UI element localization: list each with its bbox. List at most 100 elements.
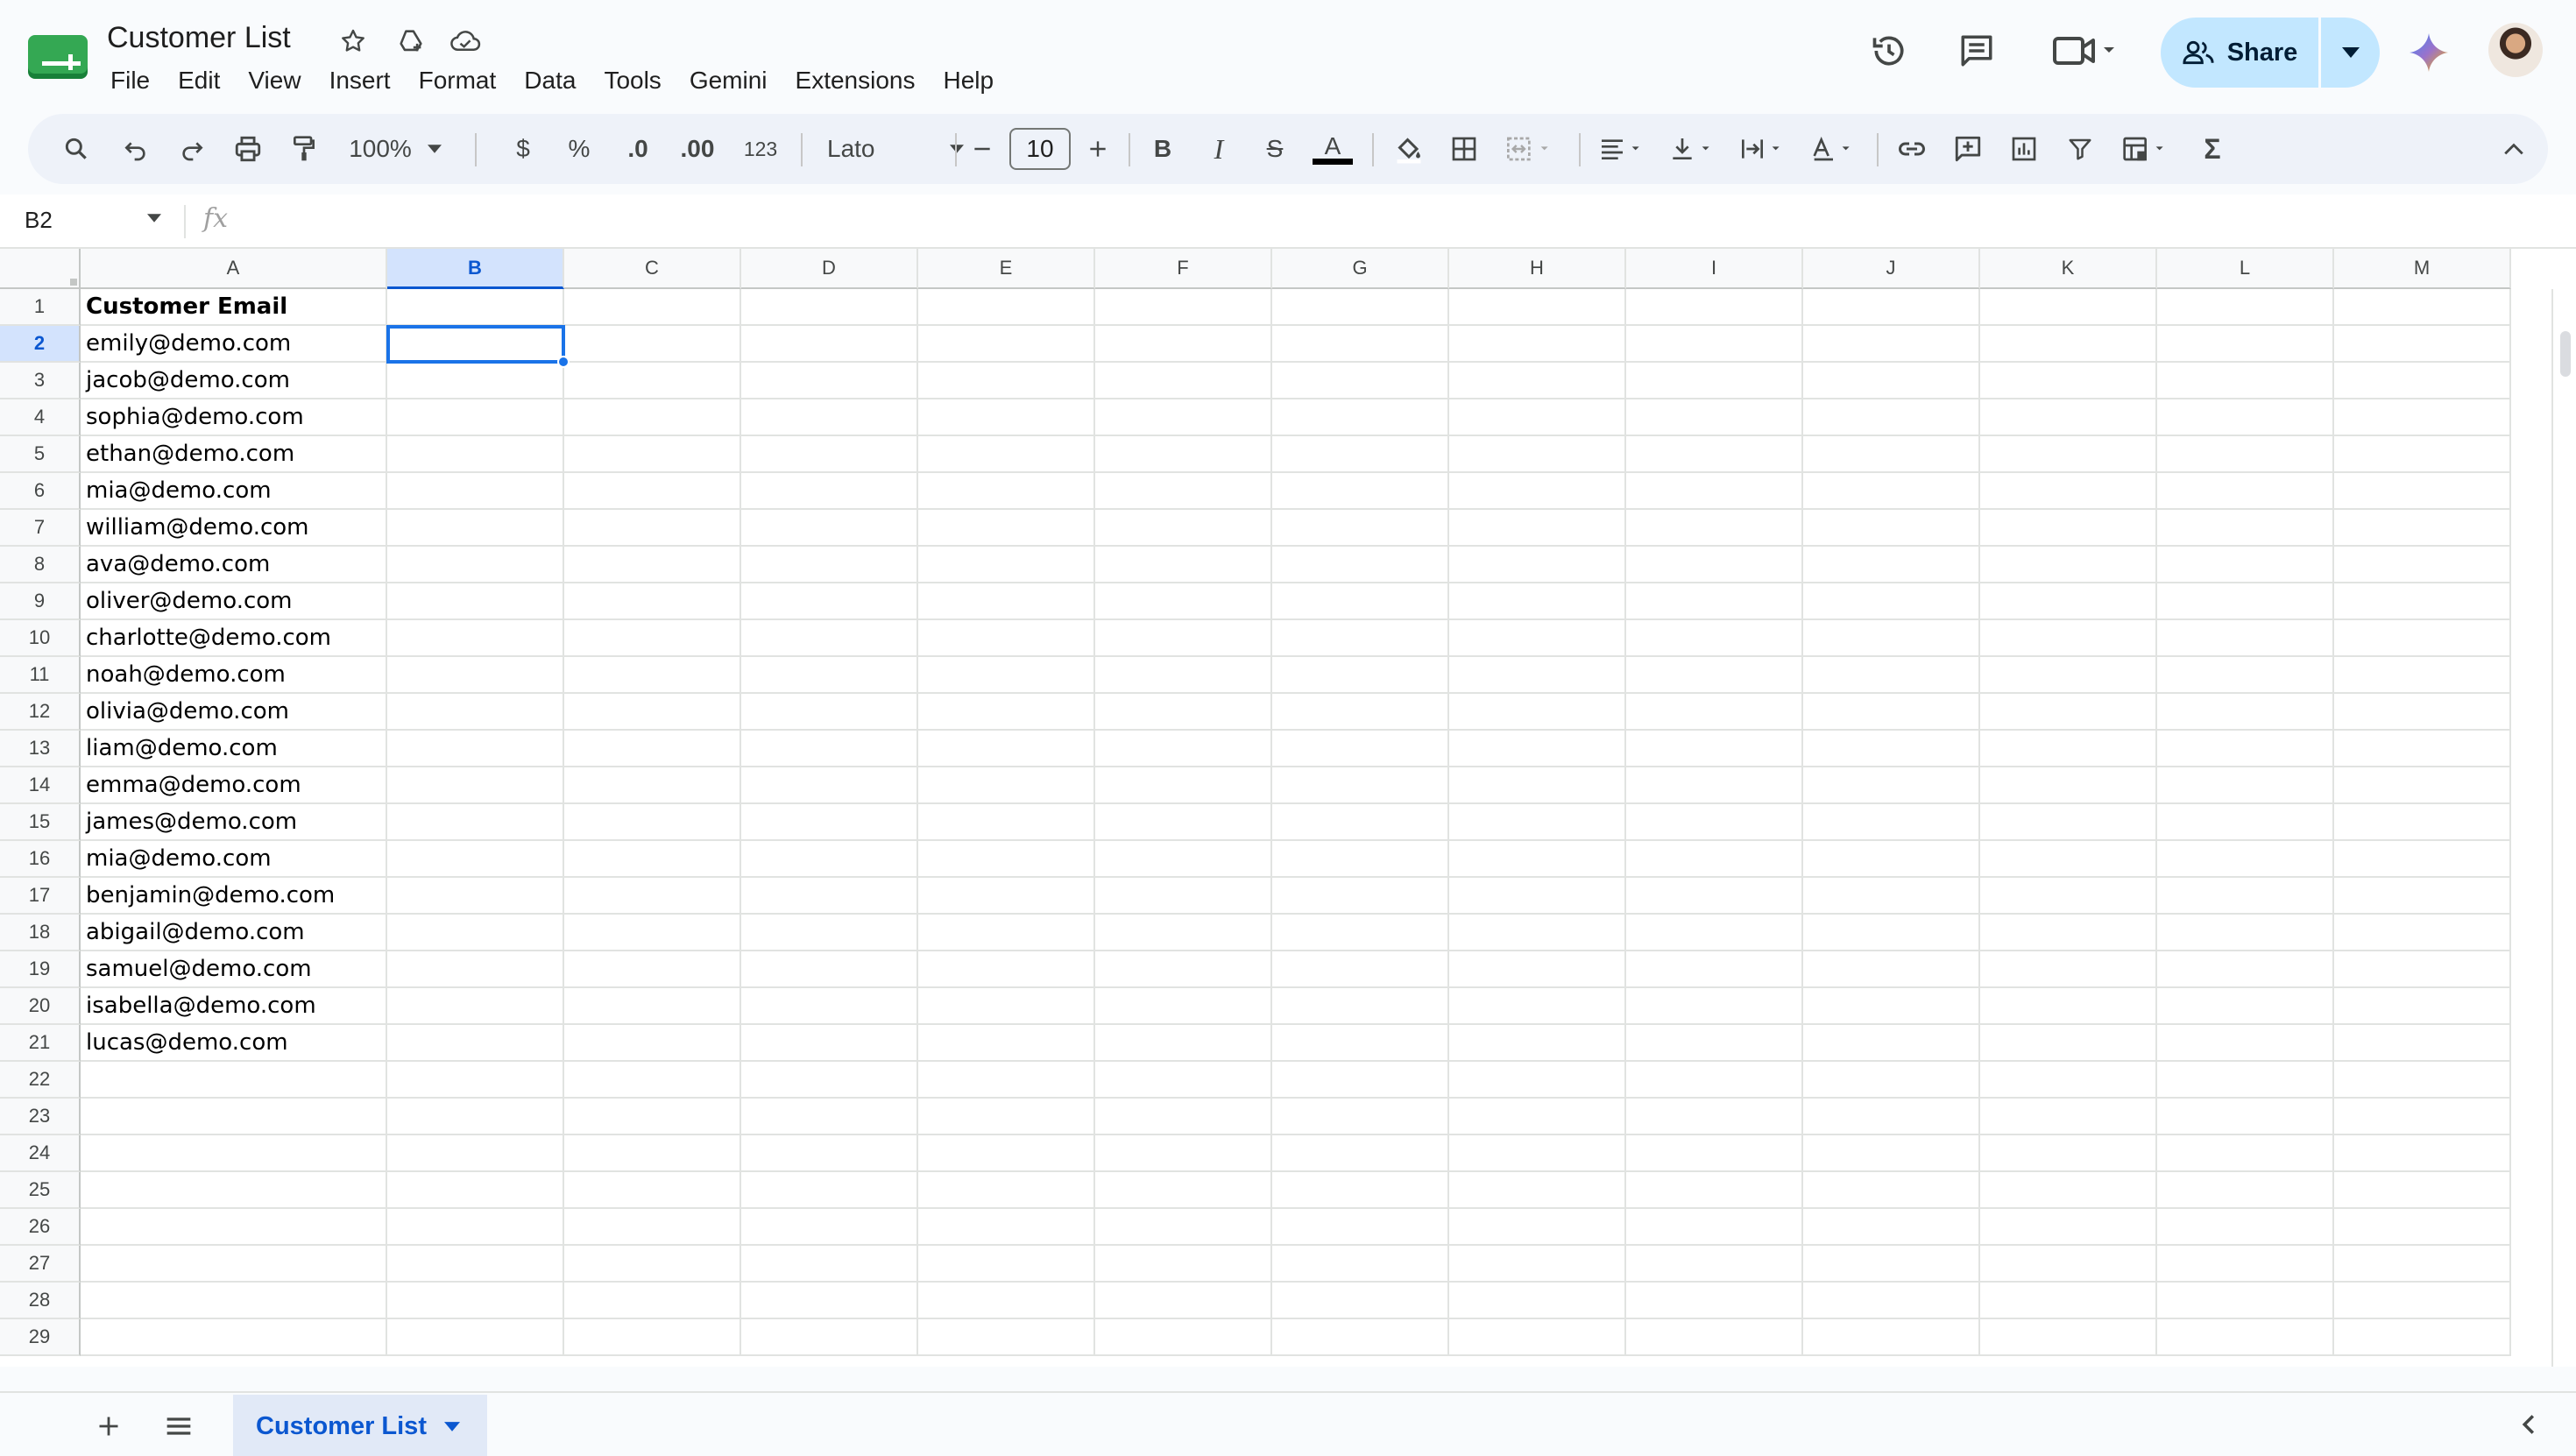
- cell-l5[interactable]: [2157, 436, 2334, 473]
- row-header-3[interactable]: 3: [0, 363, 81, 399]
- cell-i13[interactable]: [1626, 731, 1803, 767]
- cell-k15[interactable]: [1980, 804, 2157, 841]
- cell-i29[interactable]: [1626, 1319, 1803, 1356]
- strikethrough-button[interactable]: S: [1253, 124, 1297, 173]
- cell-j18[interactable]: [1803, 915, 1980, 951]
- cell-f22[interactable]: [1095, 1062, 1272, 1099]
- cell-e6[interactable]: [918, 473, 1095, 510]
- cell-h1[interactable]: [1449, 289, 1626, 326]
- row-header-20[interactable]: 20: [0, 988, 81, 1025]
- cell-m18[interactable]: [2334, 915, 2511, 951]
- cell-c11[interactable]: [564, 657, 741, 694]
- cell-f25[interactable]: [1095, 1172, 1272, 1209]
- cell-j21[interactable]: [1803, 1025, 1980, 1062]
- cell-l9[interactable]: [2157, 583, 2334, 620]
- cell-j13[interactable]: [1803, 731, 1980, 767]
- cell-k22[interactable]: [1980, 1062, 2157, 1099]
- cell-k3[interactable]: [1980, 363, 2157, 399]
- gemini-icon[interactable]: [2408, 32, 2450, 74]
- cell-b18[interactable]: [387, 915, 564, 951]
- chevron-down-icon[interactable]: [443, 1421, 460, 1431]
- cell-f26[interactable]: [1095, 1209, 1272, 1246]
- cell-b27[interactable]: [387, 1246, 564, 1283]
- cell-a18[interactable]: abigail@demo.com: [81, 915, 387, 951]
- cell-e22[interactable]: [918, 1062, 1095, 1099]
- cell-f8[interactable]: [1095, 547, 1272, 583]
- cell-f16[interactable]: [1095, 841, 1272, 878]
- row-header-10[interactable]: 10: [0, 620, 81, 657]
- cell-h8[interactable]: [1449, 547, 1626, 583]
- column-header-c[interactable]: C: [564, 249, 741, 289]
- cell-j14[interactable]: [1803, 767, 1980, 804]
- text-wrapping-icon[interactable]: [1731, 124, 1794, 173]
- cell-e28[interactable]: [918, 1283, 1095, 1319]
- cell-g17[interactable]: [1272, 878, 1449, 915]
- cell-h28[interactable]: [1449, 1283, 1626, 1319]
- column-header-g[interactable]: G: [1272, 249, 1449, 289]
- cell-b9[interactable]: [387, 583, 564, 620]
- cell-g27[interactable]: [1272, 1246, 1449, 1283]
- cell-l7[interactable]: [2157, 510, 2334, 547]
- cell-a14[interactable]: emma@demo.com: [81, 767, 387, 804]
- cell-i3[interactable]: [1626, 363, 1803, 399]
- insert-chart-icon[interactable]: [2001, 124, 2047, 173]
- functions-button[interactable]: Σ: [2190, 124, 2234, 173]
- select-all-corner[interactable]: [0, 249, 81, 289]
- cell-k17[interactable]: [1980, 878, 2157, 915]
- cell-b4[interactable]: [387, 399, 564, 436]
- cell-g7[interactable]: [1272, 510, 1449, 547]
- cell-f3[interactable]: [1095, 363, 1272, 399]
- cell-c13[interactable]: [564, 731, 741, 767]
- cell-g24[interactable]: [1272, 1135, 1449, 1172]
- cell-g8[interactable]: [1272, 547, 1449, 583]
- cell-c16[interactable]: [564, 841, 741, 878]
- cell-l4[interactable]: [2157, 399, 2334, 436]
- cell-g26[interactable]: [1272, 1209, 1449, 1246]
- cell-k6[interactable]: [1980, 473, 2157, 510]
- cell-m22[interactable]: [2334, 1062, 2511, 1099]
- cell-k4[interactable]: [1980, 399, 2157, 436]
- cell-d24[interactable]: [741, 1135, 918, 1172]
- cell-i4[interactable]: [1626, 399, 1803, 436]
- cell-c22[interactable]: [564, 1062, 741, 1099]
- cell-c10[interactable]: [564, 620, 741, 657]
- cell-k13[interactable]: [1980, 731, 2157, 767]
- cell-k26[interactable]: [1980, 1209, 2157, 1246]
- cell-g3[interactable]: [1272, 363, 1449, 399]
- meet-video-icon[interactable]: [2047, 26, 2126, 75]
- avatar[interactable]: [2488, 23, 2543, 77]
- fill-handle[interactable]: [557, 356, 570, 368]
- column-header-l[interactable]: L: [2157, 249, 2334, 289]
- cell-e26[interactable]: [918, 1209, 1095, 1246]
- cell-m13[interactable]: [2334, 731, 2511, 767]
- cell-c28[interactable]: [564, 1283, 741, 1319]
- more-formats-button[interactable]: 123: [732, 124, 789, 173]
- cell-i6[interactable]: [1626, 473, 1803, 510]
- cell-l24[interactable]: [2157, 1135, 2334, 1172]
- cell-l12[interactable]: [2157, 694, 2334, 731]
- cell-g16[interactable]: [1272, 841, 1449, 878]
- cell-e10[interactable]: [918, 620, 1095, 657]
- cell-a16[interactable]: mia@demo.com: [81, 841, 387, 878]
- cell-l21[interactable]: [2157, 1025, 2334, 1062]
- cell-h19[interactable]: [1449, 951, 1626, 988]
- cell-b1[interactable]: [387, 289, 564, 326]
- cell-m29[interactable]: [2334, 1319, 2511, 1356]
- cell-k29[interactable]: [1980, 1319, 2157, 1356]
- cell-f24[interactable]: [1095, 1135, 1272, 1172]
- cell-d29[interactable]: [741, 1319, 918, 1356]
- cell-h20[interactable]: [1449, 988, 1626, 1025]
- cell-g14[interactable]: [1272, 767, 1449, 804]
- sheets-logo-icon[interactable]: [28, 35, 88, 81]
- cell-g22[interactable]: [1272, 1062, 1449, 1099]
- cell-c12[interactable]: [564, 694, 741, 731]
- cell-e4[interactable]: [918, 399, 1095, 436]
- move-to-drive-icon[interactable]: [393, 23, 429, 60]
- cell-a19[interactable]: samuel@demo.com: [81, 951, 387, 988]
- cell-i1[interactable]: [1626, 289, 1803, 326]
- cell-j11[interactable]: [1803, 657, 1980, 694]
- cell-e16[interactable]: [918, 841, 1095, 878]
- bold-button[interactable]: B: [1141, 124, 1185, 173]
- cell-c6[interactable]: [564, 473, 741, 510]
- cell-j12[interactable]: [1803, 694, 1980, 731]
